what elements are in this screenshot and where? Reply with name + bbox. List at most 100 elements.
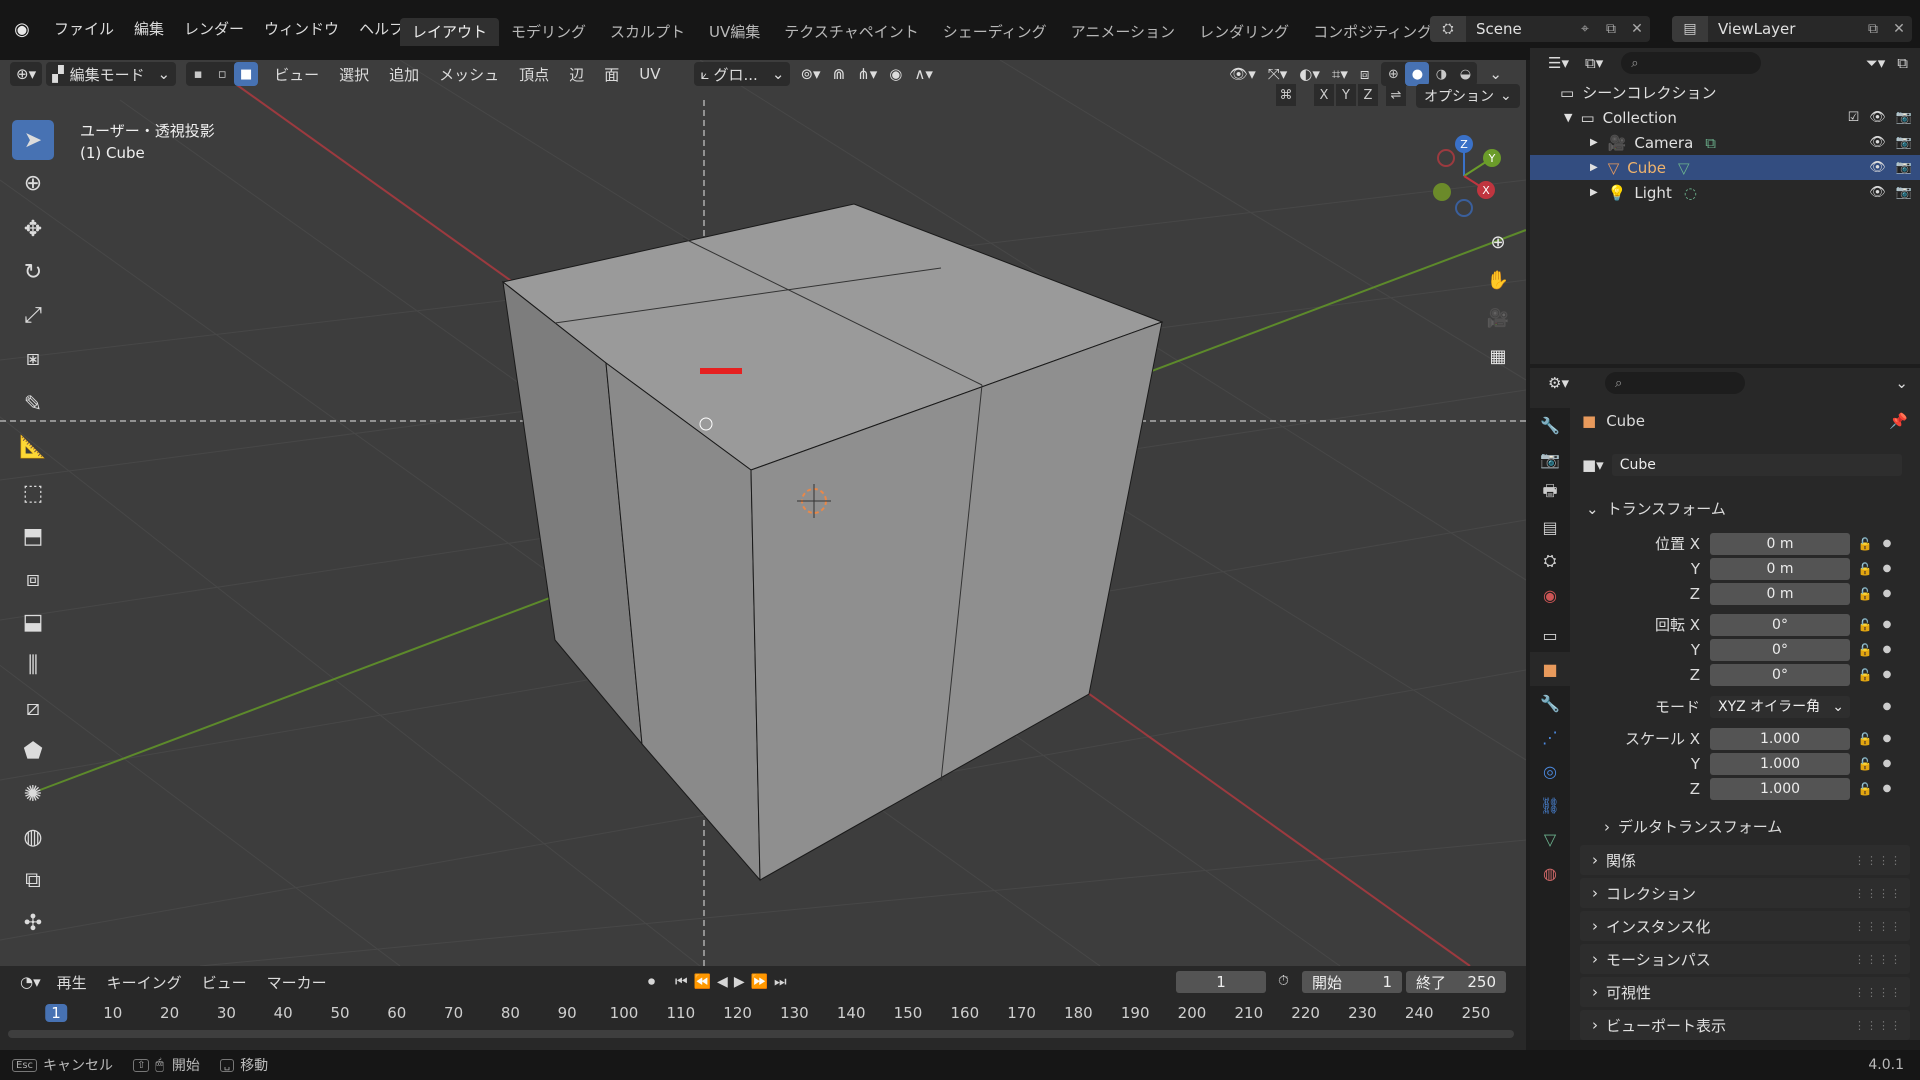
render-camera-icon[interactable]: 📷 bbox=[1896, 110, 1912, 125]
chevron-down-icon[interactable]: ▼ bbox=[1564, 111, 1572, 124]
frame-ruler[interactable]: 1 10 20 30 40 50 60 70 80 90 100 110 120 130 140 150 160… bbox=[0, 1004, 1526, 1028]
scene-selector[interactable]: ⛭ Scene ⌖ ⧉ ✕ bbox=[1430, 16, 1650, 42]
eye-icon[interactable]: 👁 bbox=[1869, 135, 1886, 150]
chevron-down-icon[interactable]: ⌄ bbox=[1889, 371, 1914, 395]
properties-search-input[interactable]: ⌕ bbox=[1604, 372, 1745, 394]
scene-collection-row[interactable]: ▭ シーンコレクション bbox=[1530, 80, 1920, 105]
render-camera-icon[interactable]: 📷 bbox=[1896, 135, 1912, 150]
jump-end-icon[interactable]: ⏭ bbox=[774, 974, 787, 990]
lock-icon[interactable]: 🔓 bbox=[1850, 643, 1880, 657]
poly-build-tool-icon[interactable]: ⬟ bbox=[12, 731, 54, 771]
drag-handle-icon[interactable]: ⋮⋮⋮⋮ bbox=[1854, 920, 1902, 933]
location-y-field[interactable]: 0 m bbox=[1710, 557, 1850, 580]
chevron-right-icon[interactable]: ▶ bbox=[1590, 162, 1598, 173]
keyframe-dot-icon[interactable]: ● bbox=[1880, 783, 1894, 794]
measure-tool-icon[interactable]: 📐 bbox=[12, 427, 54, 467]
new-view-layer-icon[interactable]: ⧉ bbox=[1860, 21, 1886, 37]
lock-icon[interactable]: 🔓 bbox=[1850, 732, 1880, 746]
play-reverse-icon[interactable]: ◀ bbox=[717, 974, 728, 990]
render-tab-icon[interactable]: 📷 bbox=[1530, 442, 1570, 476]
panel-motion-paths[interactable]: › モーションパス ⋮⋮⋮⋮ bbox=[1580, 944, 1910, 974]
checkbox-icon[interactable]: ☑ bbox=[1848, 110, 1860, 125]
tab-animation[interactable]: アニメーション bbox=[1059, 18, 1187, 46]
lock-icon[interactable]: 🔓 bbox=[1850, 562, 1880, 576]
transform-orientation-dropdown[interactable]: ⟀ グロ... ⌄ bbox=[694, 62, 791, 86]
lock-icon[interactable]: 🔓 bbox=[1850, 618, 1880, 632]
lock-icon[interactable]: 🔓 bbox=[1850, 757, 1880, 771]
drag-handle-icon[interactable]: ⋮⋮⋮⋮ bbox=[1854, 953, 1902, 966]
scale-y-field[interactable]: 1.000 bbox=[1710, 752, 1850, 775]
snap-target-button[interactable]: ⋔▾ bbox=[851, 62, 883, 86]
annotate-tool-icon[interactable]: ✎ bbox=[12, 384, 54, 424]
prev-keyframe-icon[interactable]: ⏪ bbox=[694, 974, 711, 990]
tab-rendering[interactable]: レンダリング bbox=[1187, 18, 1301, 46]
delta-transform-subpanel[interactable]: › デルタトランスフォーム bbox=[1570, 814, 1920, 839]
menu-window[interactable]: ウィンドウ bbox=[254, 14, 349, 44]
collection-tab-icon[interactable]: ▭ bbox=[1530, 618, 1570, 652]
world-tab-icon[interactable]: ◉ bbox=[1530, 578, 1570, 612]
pivot-point-button[interactable]: ⊚▾ bbox=[794, 62, 826, 86]
outliner-item-light[interactable]: ▶ 💡 Light ◌ 👁 📷 bbox=[1530, 180, 1920, 205]
drag-handle-icon[interactable]: ⋮⋮⋮⋮ bbox=[1854, 887, 1902, 900]
light-data-icon[interactable]: ◌ bbox=[1684, 184, 1697, 202]
perspective-grid-icon[interactable]: ▦ bbox=[1482, 340, 1514, 372]
rotate-tool-icon[interactable]: ↻ bbox=[12, 252, 54, 292]
mesh-overlay-icon[interactable]: ⌗▾ bbox=[1326, 62, 1354, 86]
panel-instancing[interactable]: › インスタンス化 ⋮⋮⋮⋮ bbox=[1580, 911, 1910, 941]
smooth-tool-icon[interactable]: ◍ bbox=[12, 817, 54, 857]
cursor-tool-icon[interactable]: ⊕ bbox=[12, 163, 54, 203]
view-layer-name[interactable]: ViewLayer bbox=[1708, 20, 1860, 38]
mirror-icon[interactable]: ⌘ bbox=[1276, 84, 1296, 106]
move-tool-icon[interactable]: ✥ bbox=[12, 209, 54, 249]
eye-icon[interactable]: 👁 bbox=[1869, 160, 1886, 175]
solid-shading-icon[interactable]: ● bbox=[1405, 62, 1430, 86]
tab-shading[interactable]: シェーディング bbox=[931, 18, 1059, 46]
collection-row[interactable]: ▼ ▭ Collection ☑ 👁 📷 bbox=[1530, 105, 1920, 130]
snap-toggle-icon[interactable]: ⋒ bbox=[827, 62, 852, 86]
outliner-editor-type-icon[interactable]: ☰▾ bbox=[1542, 51, 1575, 75]
menu-render[interactable]: レンダー bbox=[174, 14, 254, 44]
keyframe-dot-icon[interactable]: ● bbox=[1880, 538, 1894, 549]
timeline-scrollbar[interactable] bbox=[8, 1030, 1514, 1038]
mirror-topology-icon[interactable]: ⇌ bbox=[1386, 84, 1406, 106]
constraints-tab-icon[interactable]: ⛓ bbox=[1530, 788, 1570, 822]
viewport-scene[interactable] bbox=[0, 60, 1526, 966]
display-mode-icon[interactable]: ⧉▾ bbox=[1579, 51, 1609, 75]
object-browse-icon[interactable]: ■▾ bbox=[1582, 456, 1604, 474]
tab-sculpt[interactable]: スカルプト bbox=[598, 18, 697, 46]
lock-icon[interactable]: 🔓 bbox=[1850, 587, 1880, 601]
stopwatch-icon[interactable]: ⏱ bbox=[1278, 973, 1289, 989]
rotation-z-field[interactable]: 0° bbox=[1710, 663, 1850, 686]
rotation-y-field[interactable]: 0° bbox=[1710, 638, 1850, 661]
wireframe-shading-icon[interactable]: ⊕ bbox=[1381, 62, 1405, 86]
panel-collections[interactable]: › コレクション ⋮⋮⋮⋮ bbox=[1580, 878, 1910, 908]
jump-start-icon[interactable]: ⏮ bbox=[675, 974, 688, 990]
rendered-shading-icon[interactable]: ◒ bbox=[1453, 62, 1477, 86]
scale-tool-icon[interactable]: ⤢ bbox=[12, 295, 54, 335]
loop-cut-tool-icon[interactable]: ⫼ bbox=[12, 645, 54, 685]
close-icon[interactable]: ✕ bbox=[1886, 21, 1912, 37]
start-frame-field[interactable]: 開始 1 bbox=[1302, 971, 1402, 993]
navigation-gizmo[interactable]: Z Y X bbox=[1422, 130, 1502, 220]
keyframe-dot-icon[interactable]: ● bbox=[1880, 701, 1894, 712]
menu-edge[interactable]: 辺 bbox=[559, 64, 594, 85]
bevel-tool-icon[interactable]: ⬓ bbox=[12, 602, 54, 642]
pan-hand-icon[interactable]: ✋ bbox=[1482, 264, 1514, 296]
tab-layout[interactable]: レイアウト bbox=[400, 18, 500, 46]
menu-uv[interactable]: UV bbox=[629, 65, 670, 83]
panel-relations[interactable]: › 関係 ⋮⋮⋮⋮ bbox=[1580, 845, 1910, 875]
tab-texture-paint[interactable]: テクスチャペイント bbox=[772, 18, 930, 46]
xray-toggle-icon[interactable]: ⧈ bbox=[1354, 62, 1376, 86]
falloff-icon[interactable]: ∧▾ bbox=[908, 62, 939, 86]
tool-tab-icon[interactable]: 🔧 bbox=[1530, 408, 1570, 442]
location-z-field[interactable]: 0 m bbox=[1710, 582, 1850, 605]
edge-slide-tool-icon[interactable]: ⧉ bbox=[12, 860, 54, 900]
mode-dropdown[interactable]: ▞ 編集モード ⌄ bbox=[46, 62, 177, 86]
menu-select[interactable]: 選択 bbox=[329, 64, 379, 85]
camera-data-icon[interactable]: ⧉ bbox=[1705, 134, 1716, 152]
menu-face[interactable]: 面 bbox=[594, 64, 629, 85]
shrink-fatten-tool-icon[interactable]: ✣ bbox=[12, 903, 54, 943]
timeline-editor-type-icon[interactable]: ◔▾ bbox=[14, 970, 47, 994]
new-scene-icon[interactable]: ⧉ bbox=[1598, 21, 1624, 37]
location-x-field[interactable]: 0 m bbox=[1710, 532, 1850, 555]
